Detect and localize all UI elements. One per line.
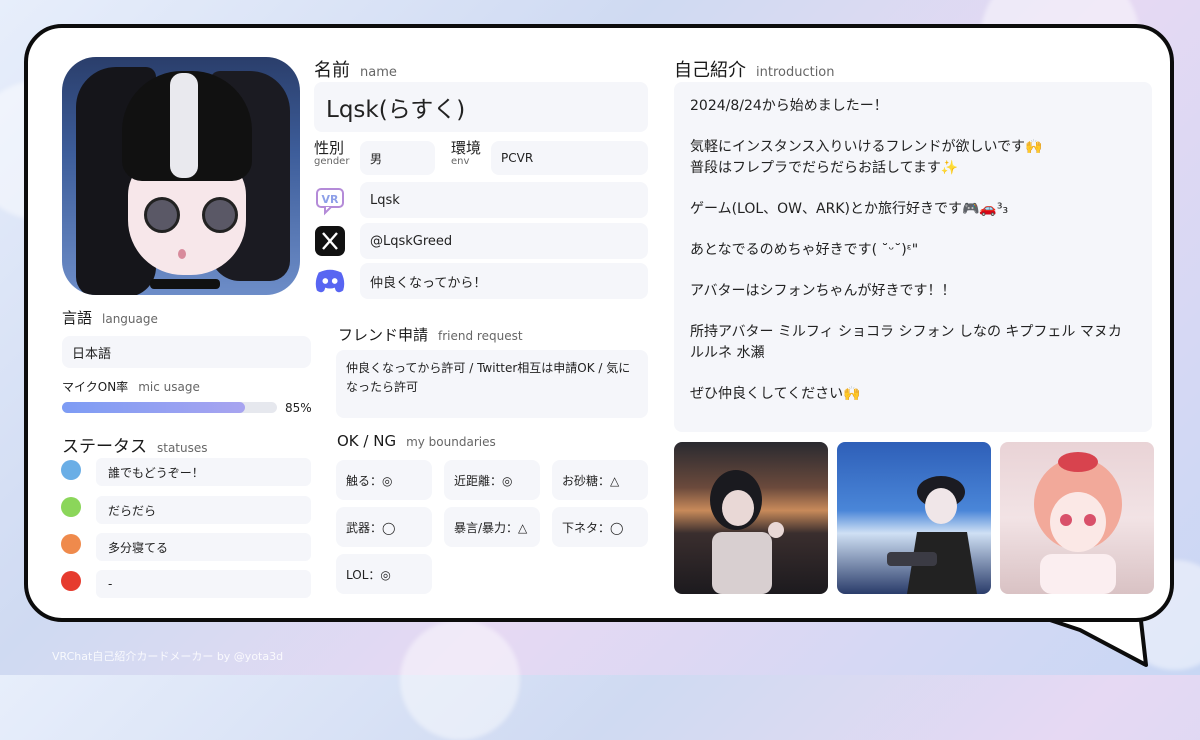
boundary-item: 武器：◯	[336, 507, 432, 547]
boundary-item: 暴言/暴力：△	[444, 507, 540, 547]
intro-paragraph: アバターはシフォンちゃんが好きです！！	[690, 283, 956, 299]
gender-heading: 性別 gender	[314, 139, 350, 168]
friend-request-heading: フレンド申請 friend request	[338, 326, 523, 344]
boundary-item: 触る：◎	[336, 460, 432, 500]
friend-request-text: 仲良くなってから許可 / Twitter相互は申請OK / 気になったら許可	[336, 350, 648, 418]
intro-paragraph: ぜひ仲良くしてください🙌	[690, 386, 861, 402]
gallery-photo	[674, 442, 828, 594]
discord-icon	[314, 265, 346, 297]
gallery-photo	[837, 442, 991, 594]
intro-paragraph: ゲーム(LOL、OW、ARK)とか旅行好きです🎮🚗³₃	[690, 201, 1009, 217]
avatar-photo	[62, 57, 300, 295]
footer-credit: VRChat自己紹介カードメーカー by @yota3d	[52, 650, 284, 663]
mic-percent: 85%	[285, 401, 312, 415]
discord-status: 仲良くなってから！	[360, 263, 648, 299]
env-value: PCVR	[491, 141, 648, 175]
boundary-item: LOL：◎	[336, 554, 432, 594]
intro-paragraph: 2024/8/24から始めましたー！	[690, 98, 888, 114]
language-heading: 言語 language	[62, 309, 158, 327]
background-bokeh	[400, 620, 520, 740]
status-dot	[61, 571, 81, 591]
vrchat-name: Lqsk	[360, 182, 648, 218]
x-logo-icon	[314, 225, 346, 257]
statuses-heading: ステータス statuses	[62, 437, 208, 457]
boundary-item: 近距離：◎	[444, 460, 540, 500]
intro-text: 2024/8/24から始めましたー！ 気軽にインスタンス入りいけるフレンドが欲し…	[674, 82, 1152, 432]
boundary-item: 下ネタ：◯	[552, 507, 648, 547]
status-text: 多分寝てる	[96, 533, 311, 561]
svg-text:VR: VR	[322, 193, 340, 206]
intro-paragraph: 所持アバター ミルフィ ショコラ シフォン しなの キプフェル マヌカ ルルネ …	[690, 324, 1122, 361]
status-dot	[61, 534, 81, 554]
status-text: -	[96, 570, 311, 598]
mic-usage-bar	[62, 402, 277, 413]
status-dot	[61, 460, 81, 480]
x-handle: @LqskGreed	[360, 223, 648, 259]
gender-value: 男	[360, 141, 435, 175]
language-value: 日本語	[62, 336, 311, 368]
boundary-item: お砂糖：△	[552, 460, 648, 500]
status-text: 誰でもどうぞー！	[96, 458, 311, 486]
vrchat-icon: VR	[314, 184, 346, 216]
gallery-photo	[1000, 442, 1154, 594]
intro-paragraph: あとなでるのめちゃ好きです( ˘ᵕ˘)ᵋ"	[690, 242, 919, 258]
status-text: だらだら	[96, 496, 311, 524]
status-dot	[61, 497, 81, 517]
intro-paragraph: 気軽にインスタンス入りいけるフレンドが欲しいです🙌 普段はフレプラでだらだらお話…	[690, 139, 1043, 176]
name-value: Lqsk(らすく)	[314, 82, 648, 132]
name-heading: 名前 name	[314, 60, 397, 81]
boundaries-heading: OK / NG my boundaries	[337, 432, 496, 450]
mic-heading: マイクON率 mic usage	[62, 380, 200, 394]
env-heading: 環境 env	[451, 139, 482, 168]
intro-heading: 自己紹介 introduction	[674, 60, 835, 81]
